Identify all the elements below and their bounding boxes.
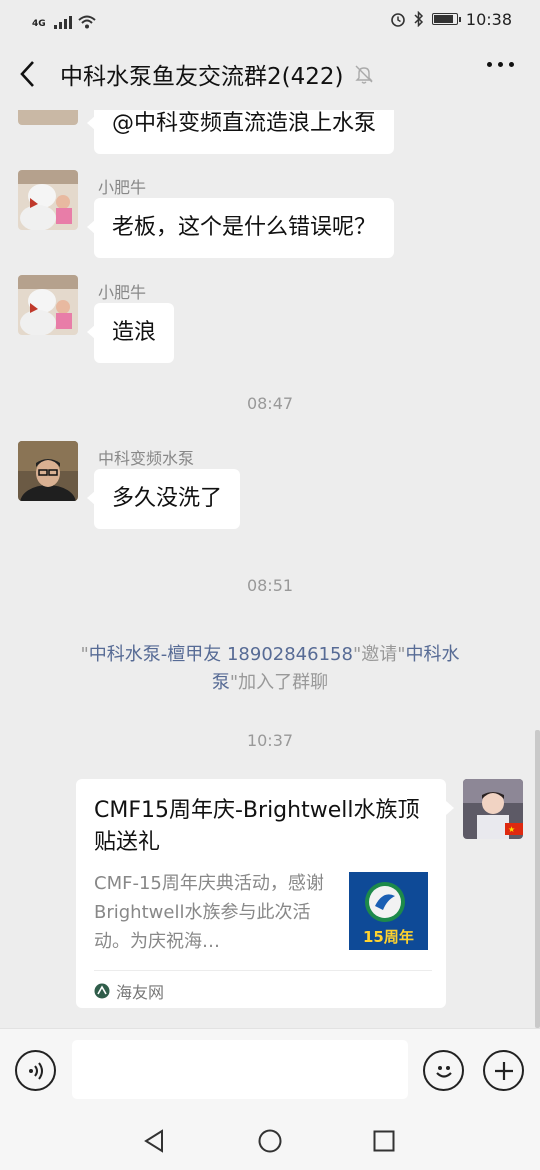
link-card[interactable]: CMF15周年庆-Brightwell水族顶贴送礼 CMF-15周年庆典活动，感… — [76, 779, 454, 1008]
more-options-button[interactable] — [487, 62, 514, 67]
system-message: "中科水泵-檀甲友 18902846158"邀请"中科水泵"加入了群聊 — [60, 641, 480, 697]
card-thumbnail: 15周年 — [349, 872, 428, 950]
svg-text:★: ★ — [508, 825, 515, 834]
alarm-icon — [391, 13, 405, 27]
back-triangle-icon[interactable] — [143, 1129, 165, 1153]
card-title: CMF15周年庆-Brightwell水族顶贴送礼 — [94, 798, 420, 855]
chat-header: 中科水泵鱼友交流群2(422) — [0, 38, 540, 110]
mute-bell-icon — [355, 65, 374, 84]
network-type: 4G — [32, 19, 46, 29]
more-functions-button[interactable] — [483, 1050, 524, 1091]
avatar[interactable] — [18, 110, 78, 125]
input-bar — [0, 1028, 540, 1110]
page-title: 中科水泵鱼友交流群2(422) — [60, 64, 344, 90]
invitee-link-cont[interactable]: 泵 — [212, 672, 230, 693]
source-name: 海友网 — [116, 983, 165, 1002]
chat-area[interactable]: @中科变频直流造浪上水泵 小肥牛 老板，这个是什么错误呢？ 小肥牛 造浪 08:… — [0, 110, 540, 1028]
divider — [94, 970, 432, 971]
avatar-image — [18, 275, 78, 335]
avatar[interactable]: ★ — [463, 779, 523, 839]
sender-name: 中科变频水泵 — [98, 449, 195, 468]
message-bubble[interactable]: 老板，这个是什么错误呢？ — [86, 198, 395, 258]
wifi-icon — [77, 15, 96, 29]
signal-area: 4G — [32, 9, 96, 29]
recents-square-icon[interactable] — [373, 1130, 395, 1152]
message-input[interactable] — [72, 1040, 408, 1099]
system-invite-text: "邀请" — [352, 644, 406, 665]
card-source: 海友网 — [94, 979, 164, 1003]
back-button[interactable] — [18, 54, 48, 94]
inviter-link[interactable]: 中科水泵-檀甲友 18902846158 — [89, 644, 353, 665]
avatar[interactable] — [18, 441, 78, 501]
message-timestamp: 10:37 — [246, 731, 294, 750]
invitee-link[interactable]: 中科水 — [406, 644, 460, 665]
message-bubble[interactable]: 造浪 — [86, 303, 175, 363]
home-circle-icon[interactable] — [258, 1129, 282, 1153]
system-quote: " — [80, 644, 89, 665]
emoji-icon — [435, 1065, 452, 1078]
message-bubble[interactable]: @中科变频直流造浪上水泵 — [86, 110, 395, 154]
sender-name: 小肥牛 — [98, 283, 147, 302]
message-bubble[interactable]: 多久没洗了 — [86, 469, 241, 529]
battery-icon — [431, 13, 461, 25]
voice-icon — [28, 1061, 43, 1080]
system-navigation-bar — [0, 1110, 540, 1170]
plus-icon — [494, 1061, 513, 1080]
avatar[interactable] — [18, 275, 78, 335]
clock: 10:38 — [465, 9, 512, 29]
bluetooth-icon — [414, 11, 423, 27]
status-bar: 4G 10:38 — [0, 0, 540, 38]
avatar-image: ★ — [463, 779, 523, 839]
signal-icon — [53, 16, 72, 29]
message-timestamp: 08:47 — [246, 394, 294, 413]
avatar[interactable] — [18, 170, 78, 230]
emoji-button[interactable] — [423, 1050, 464, 1091]
chevron-left-icon — [20, 61, 34, 87]
scrollbar[interactable] — [535, 730, 540, 1028]
card-description: CMF-15周年庆典活动，感谢Brightwell水族参与此次活动。为庆祝海… — [94, 873, 324, 952]
source-logo-icon — [94, 983, 110, 999]
avatar-image — [18, 170, 78, 230]
message-timestamp: 08:51 — [246, 576, 294, 595]
avatar-image — [18, 441, 78, 501]
voice-button[interactable] — [15, 1050, 56, 1091]
system-joined-text: "加入了群聊 — [229, 672, 329, 693]
thumbnail-text: 15周年 — [363, 928, 414, 946]
sender-name: 小肥牛 — [98, 178, 147, 197]
